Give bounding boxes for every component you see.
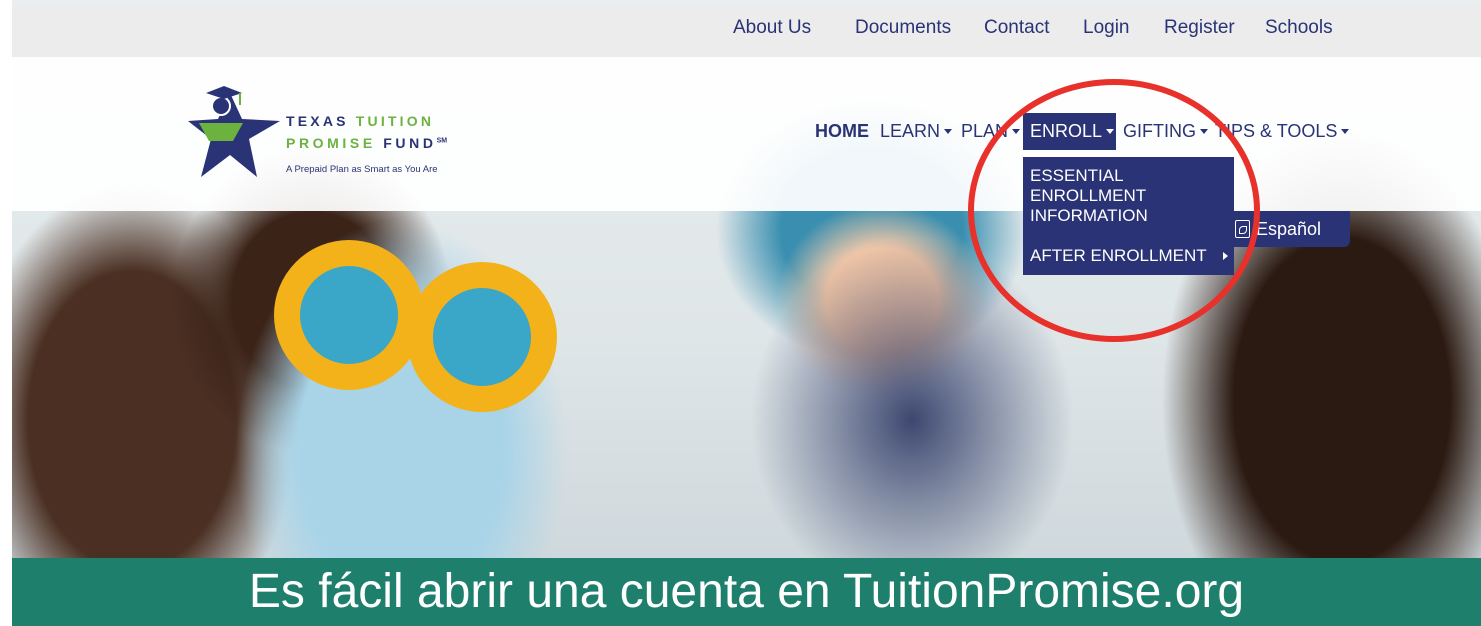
logo-title-line2: PROMISE FUNDSM	[286, 135, 448, 151]
espanol-label: Español	[1256, 219, 1322, 239]
utility-link-schools[interactable]: Schools	[1265, 17, 1333, 39]
utility-link-documents[interactable]: Documents	[855, 17, 951, 39]
logo-title-line1: TEXAS TUITION	[286, 113, 435, 129]
nav-learn[interactable]: LEARN	[880, 121, 953, 142]
sunglasses-decoration	[407, 262, 557, 412]
logo-tagline: A Prepaid Plan as Smart as You Are	[286, 164, 438, 175]
utility-link-contact[interactable]: Contact	[984, 17, 1049, 39]
banner-text: Es fácil abrir una cuenta en TuitionProm…	[248, 565, 1245, 618]
caret-down-icon	[1341, 129, 1350, 134]
caret-down-icon	[944, 129, 953, 134]
promo-banner: Es fácil abrir una cuenta en TuitionProm…	[12, 558, 1481, 626]
annotation-circle	[968, 79, 1260, 342]
sunglasses-decoration	[274, 240, 424, 390]
utility-link-register[interactable]: Register	[1164, 17, 1235, 39]
nav-home[interactable]: HOME	[815, 121, 869, 142]
utility-link-about-us[interactable]: About Us	[733, 17, 811, 39]
utility-link-login[interactable]: Login	[1083, 17, 1130, 39]
